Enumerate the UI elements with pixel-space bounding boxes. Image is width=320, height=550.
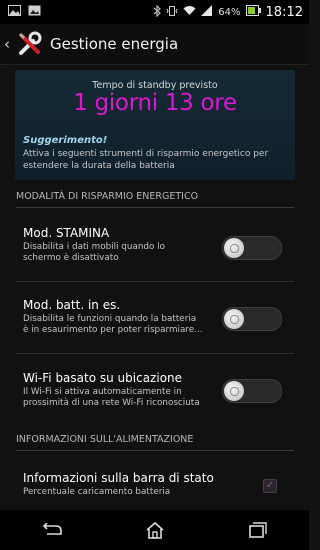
- image-icon: [8, 5, 21, 19]
- action-bar: ‹ Gestione energia: [0, 24, 309, 65]
- navigation-bar: [0, 510, 309, 550]
- tools-icon[interactable]: [16, 30, 44, 58]
- signal-icon: [201, 5, 213, 19]
- setting-subtitle: Disabilita i dati mobili quando lo scher…: [23, 242, 166, 263]
- section-header-power-saving: MODALITÀ DI RISPARMIO ENERGETICO: [16, 191, 294, 208]
- toggle-knob: [224, 238, 244, 258]
- wifi-icon: [183, 5, 196, 19]
- battery-icon: [245, 5, 261, 19]
- vibrate-icon: [166, 5, 178, 20]
- setting-subtitle: Disabilita le funzioni quando la batteri…: [23, 314, 203, 335]
- low-battery-toggle[interactable]: [222, 307, 282, 331]
- recent-apps-icon[interactable]: [238, 515, 278, 545]
- standby-value: 1 giorni 13 ore: [73, 90, 237, 116]
- setting-subtitle: Il Wi-Fi si attiva automaticamente in pr…: [23, 387, 200, 408]
- location-wifi-toggle[interactable]: [222, 379, 282, 403]
- divider: [16, 281, 294, 282]
- setting-title: Informazioni sulla barra di stato: [23, 471, 214, 485]
- status-bar: 64% 18:12: [0, 0, 309, 24]
- divider: [16, 353, 294, 354]
- tip-title: Suggerimento!: [23, 135, 108, 146]
- battery-percent: 64%: [218, 6, 241, 18]
- page-title: Gestione energia: [50, 35, 179, 53]
- statusbar-info-checkbox[interactable]: ✓: [263, 479, 277, 493]
- toggle-knob: [224, 309, 244, 329]
- tip-text: Attiva i seguenti strumenti di risparmio…: [23, 149, 269, 171]
- photo-icon: [28, 5, 41, 19]
- setting-subtitle: Percentuale caricamento batteria: [23, 487, 171, 497]
- home-icon[interactable]: [135, 515, 175, 545]
- clock: 18:12: [265, 4, 303, 20]
- bluetooth-icon: [153, 4, 162, 20]
- back-icon[interactable]: [32, 515, 72, 545]
- toggle-knob: [224, 381, 244, 401]
- section-header-power-info: INFORMAZIONI SULL'ALIMENTAZIONE: [16, 434, 294, 451]
- up-chevron-icon[interactable]: ‹: [4, 35, 14, 53]
- stamina-toggle[interactable]: [222, 236, 282, 260]
- setting-statusbar-info[interactable]: Informazioni sulla barra di stato Percen…: [23, 471, 293, 498]
- standby-panel: Tempo di standby previsto 1 giorni 13 or…: [15, 70, 295, 180]
